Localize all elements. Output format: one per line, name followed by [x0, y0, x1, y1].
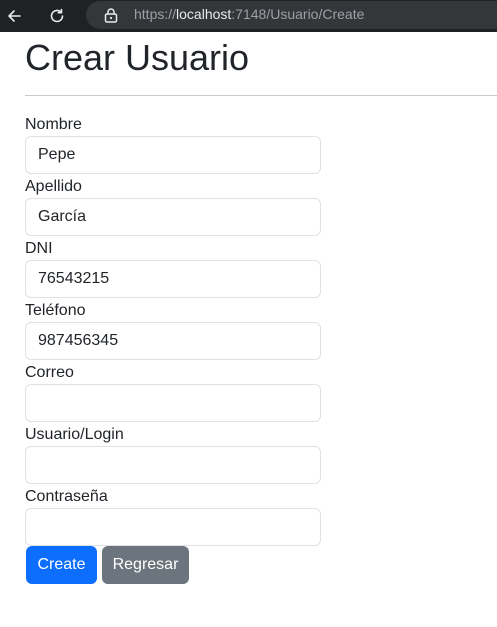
usuario-label: Usuario/Login [25, 426, 124, 443]
dni-label: DNI [25, 240, 53, 257]
telefono-label: Teléfono [25, 302, 86, 319]
regresar-button[interactable]: Regresar [102, 546, 189, 584]
url-path: :7148/Usuario/Create [231, 6, 365, 22]
url-scheme: https:// [134, 6, 177, 22]
address-bar[interactable]: https://localhost:7148/Usuario/Create [86, 1, 497, 29]
nombre-input[interactable] [25, 136, 321, 174]
correo-input[interactable] [25, 384, 321, 422]
browser-toolbar: https://localhost:7148/Usuario/Create [0, 0, 497, 32]
correo-label: Correo [25, 364, 74, 381]
back-icon[interactable] [2, 4, 26, 28]
usuario-input[interactable] [25, 446, 321, 484]
dni-input[interactable] [25, 260, 321, 298]
apellido-label: Apellido [25, 178, 82, 195]
divider [25, 95, 497, 96]
url-host: localhost [176, 6, 232, 22]
contrasena-input[interactable] [25, 508, 321, 546]
apellido-input[interactable] [25, 198, 321, 236]
url-text: https://localhost:7148/Usuario/Create [134, 6, 364, 22]
contrasena-label: Contraseña [25, 488, 108, 505]
page-title: Crear Usuario [25, 37, 250, 78]
nombre-label: Nombre [25, 116, 82, 133]
lock-icon[interactable] [104, 7, 118, 23]
create-button[interactable]: Create [26, 546, 97, 584]
reload-icon[interactable] [45, 4, 69, 28]
telefono-input[interactable] [25, 322, 321, 360]
